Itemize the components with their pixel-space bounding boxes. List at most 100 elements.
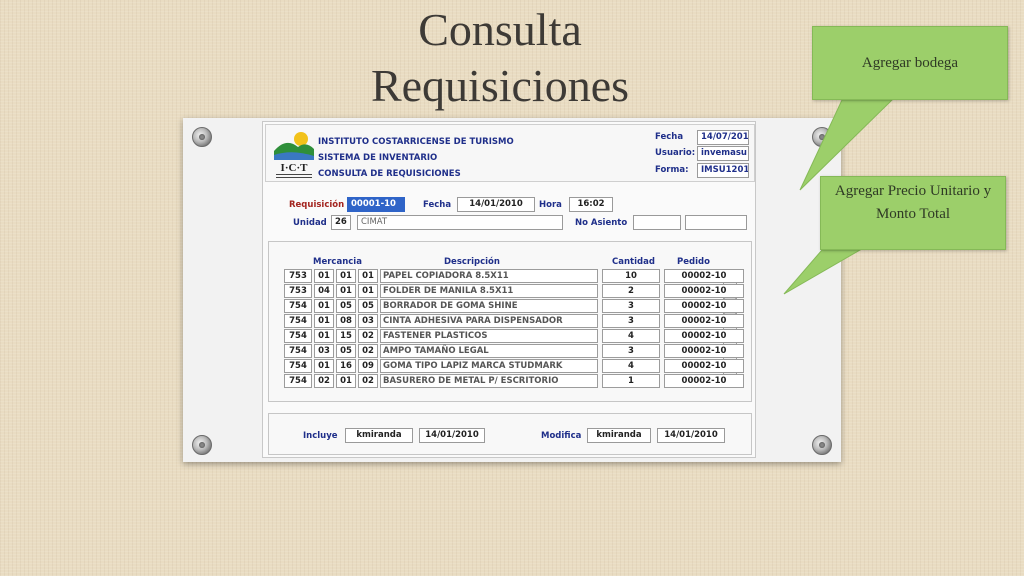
cell-c1[interactable]: 754 xyxy=(284,329,312,343)
cell-c1[interactable]: 753 xyxy=(284,284,312,298)
window-header: I·C·T INSTITUTO COSTARRICENSE DE TURISMO… xyxy=(265,124,755,182)
meta-forma-field[interactable]: IMSU1201 xyxy=(697,163,749,178)
cell-desc[interactable]: AMPO TAMAÑO LEGAL xyxy=(380,344,598,358)
org-block: INSTITUTO COSTARRICENSE DE TURISMO SISTE… xyxy=(318,134,514,182)
col-header-cantidad: Cantidad xyxy=(612,257,655,267)
unidad-name-field[interactable]: CIMAT xyxy=(357,215,563,230)
modifica-label: Modifica xyxy=(541,431,582,441)
cell-pedido[interactable]: 00002-10 xyxy=(664,314,744,328)
cell-desc[interactable]: BORRADOR DE GOMA SHINE xyxy=(380,299,598,313)
cell-cant[interactable]: 3 xyxy=(602,314,660,328)
form-fecha-field[interactable]: 14/01/2010 xyxy=(457,197,535,212)
cell-c4[interactable]: 09 xyxy=(358,359,378,373)
cell-cant[interactable]: 2 xyxy=(602,284,660,298)
cell-desc[interactable]: FOLDER DE MANILA 8.5X11 xyxy=(380,284,598,298)
audit-footer: Incluye kmiranda 14/01/2010 Modifica kmi… xyxy=(268,413,752,455)
cell-cant[interactable]: 3 xyxy=(602,299,660,313)
requisition-window: I·C·T INSTITUTO COSTARRICENSE DE TURISMO… xyxy=(262,121,756,458)
cell-c3[interactable]: 01 xyxy=(336,374,356,388)
slide-title-line-1: Consulta xyxy=(418,4,582,55)
cell-c4[interactable]: 05 xyxy=(358,299,378,313)
cell-c3[interactable]: 05 xyxy=(336,344,356,358)
cell-c2[interactable]: 01 xyxy=(314,269,334,283)
org-name: INSTITUTO COSTARRICENSE DE TURISMO xyxy=(318,137,514,147)
callout-agregar-bodega: Agregar bodega xyxy=(812,26,1008,100)
cell-c4[interactable]: 02 xyxy=(358,329,378,343)
incluye-user-field[interactable]: kmiranda xyxy=(345,428,413,443)
screw-icon xyxy=(812,127,832,147)
cell-pedido[interactable]: 00002-10 xyxy=(664,359,744,373)
incluye-label: Incluye xyxy=(303,431,338,441)
cell-pedido[interactable]: 00002-10 xyxy=(664,284,744,298)
cell-c2[interactable]: 01 xyxy=(314,314,334,328)
cell-c2[interactable]: 04 xyxy=(314,284,334,298)
slide-title-line-2: Requisiciones xyxy=(370,60,630,111)
cell-cant[interactable]: 1 xyxy=(602,374,660,388)
cell-c1[interactable]: 754 xyxy=(284,359,312,373)
col-header-descripcion: Descripción xyxy=(444,257,500,267)
cell-c2[interactable]: 03 xyxy=(314,344,334,358)
slide-title: Consulta Requisiciones xyxy=(300,2,700,114)
cell-pedido[interactable]: 00002-10 xyxy=(664,344,744,358)
asiento-label: No Asiento xyxy=(575,218,628,228)
cell-cant[interactable]: 10 xyxy=(602,269,660,283)
screw-icon xyxy=(192,127,212,147)
cell-c1[interactable]: 753 xyxy=(284,269,312,283)
cell-cant[interactable]: 3 xyxy=(602,344,660,358)
cell-c2[interactable]: 01 xyxy=(314,299,334,313)
cell-c2[interactable]: 02 xyxy=(314,374,334,388)
callout-text-1: Agregar bodega xyxy=(861,55,959,71)
cell-c2[interactable]: 01 xyxy=(314,329,334,343)
cell-c4[interactable]: 02 xyxy=(358,344,378,358)
cell-cant[interactable]: 4 xyxy=(602,329,660,343)
modifica-user-field[interactable]: kmiranda xyxy=(587,428,651,443)
asiento-field-1[interactable] xyxy=(633,215,681,230)
meta-fecha-label: Fecha xyxy=(655,132,684,142)
cell-c4[interactable]: 02 xyxy=(358,374,378,388)
col-header-pedido: Pedido xyxy=(677,257,710,267)
cell-c1[interactable]: 754 xyxy=(284,374,312,388)
col-header-mercancia: Mercancia xyxy=(313,257,362,267)
cell-pedido[interactable]: 00002-10 xyxy=(664,269,744,283)
cell-c3[interactable]: 15 xyxy=(336,329,356,343)
asiento-field-2[interactable] xyxy=(685,215,747,230)
hora-field[interactable]: 16:02 xyxy=(569,197,613,212)
callout-text-2: Agregar Precio Unitario y Monto Total xyxy=(834,183,992,222)
ict-logo: I·C·T xyxy=(272,129,316,181)
form-fecha-label: Fecha xyxy=(423,200,452,210)
unidad-label: Unidad xyxy=(293,218,327,228)
cell-c1[interactable]: 754 xyxy=(284,299,312,313)
cell-c4[interactable]: 01 xyxy=(358,269,378,283)
cell-c3[interactable]: 08 xyxy=(336,314,356,328)
cell-c2[interactable]: 01 xyxy=(314,359,334,373)
cell-c1[interactable]: 754 xyxy=(284,344,312,358)
cell-c3[interactable]: 16 xyxy=(336,359,356,373)
requisicion-field[interactable]: 00001-10 xyxy=(347,197,405,212)
cell-desc[interactable]: FASTENER PLASTICOS xyxy=(380,329,598,343)
meta-forma-label: Forma: xyxy=(655,165,689,175)
meta-usuario-field[interactable]: invemasu xyxy=(697,146,749,161)
cell-pedido[interactable]: 00002-10 xyxy=(664,329,744,343)
cell-pedido[interactable]: 00002-10 xyxy=(664,374,744,388)
cell-c3[interactable]: 05 xyxy=(336,299,356,313)
hora-label: Hora xyxy=(539,200,562,210)
screen-name: CONSULTA DE REQUISICIONES xyxy=(318,169,461,179)
unidad-code-field[interactable]: 26 xyxy=(331,215,351,230)
cell-desc[interactable]: BASURERO DE METAL P/ ESCRITORIO xyxy=(380,374,598,388)
cell-c4[interactable]: 03 xyxy=(358,314,378,328)
incluye-date-field[interactable]: 14/01/2010 xyxy=(419,428,485,443)
cell-desc[interactable]: GOMA TIPO LAPIZ MARCA STUDMARK xyxy=(380,359,598,373)
meta-usuario-label: Usuario: xyxy=(655,148,696,158)
modifica-date-field[interactable]: 14/01/2010 xyxy=(657,428,725,443)
cell-c4[interactable]: 01 xyxy=(358,284,378,298)
cell-desc[interactable]: PAPEL COPIADORA 8.5X11 xyxy=(380,269,598,283)
callout-agregar-precio: Agregar Precio Unitario y Monto Total xyxy=(820,176,1006,250)
cell-c3[interactable]: 01 xyxy=(336,284,356,298)
cell-c1[interactable]: 754 xyxy=(284,314,312,328)
cell-desc[interactable]: CINTA ADHESIVA PARA DISPENSADOR xyxy=(380,314,598,328)
cell-pedido[interactable]: 00002-10 xyxy=(664,299,744,313)
cell-cant[interactable]: 4 xyxy=(602,359,660,373)
meta-fecha-field[interactable]: 14/07/2015 xyxy=(697,130,749,145)
cell-c3[interactable]: 01 xyxy=(336,269,356,283)
logo-lettering: I·C·T xyxy=(281,162,309,174)
